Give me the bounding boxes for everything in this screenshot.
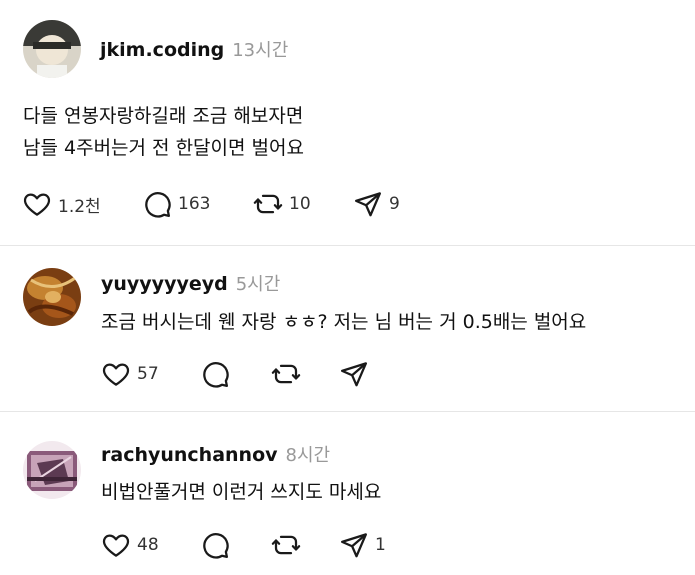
username[interactable]: jkim.coding bbox=[100, 39, 224, 61]
action-bar: 48 1 bbox=[101, 530, 401, 560]
avatar[interactable] bbox=[23, 268, 81, 326]
like-count: 48 bbox=[137, 535, 159, 555]
timestamp: 5시간 bbox=[235, 274, 281, 295]
speech-bubble-icon bbox=[203, 362, 229, 388]
paper-plane-icon bbox=[341, 533, 367, 558]
comment-button[interactable]: 163 bbox=[142, 189, 210, 219]
post-body: 비법안풀거면 이런거 쓰지도 마세요 bbox=[101, 476, 381, 508]
timestamp: 8시간 bbox=[285, 445, 331, 466]
repost-arrows-icon bbox=[253, 194, 283, 214]
like-button[interactable]: 57 bbox=[101, 359, 159, 389]
like-button[interactable]: 48 bbox=[101, 530, 159, 560]
username[interactable]: yuyyyyyeyd bbox=[101, 273, 228, 295]
post-2: yuyyyyyeyd 5시간 조금 버시는데 웬 자랑 ㅎㅎ? 저는 님 버는 거… bbox=[0, 246, 695, 411]
heart-icon bbox=[23, 193, 51, 216]
repost-arrows-icon bbox=[271, 535, 301, 555]
share-button[interactable] bbox=[339, 359, 369, 389]
post-body: 조금 버시는데 웬 자랑 ㅎㅎ? 저는 님 버는 거 0.5배는 벌어요 bbox=[101, 306, 586, 338]
like-count: 57 bbox=[137, 364, 159, 384]
action-bar: 1.2천 163 10 9 bbox=[22, 189, 422, 219]
post-line: 다들 연봉자랑하길래 조금 해보자면 bbox=[23, 105, 304, 127]
share-button[interactable]: 1 bbox=[339, 530, 386, 560]
post-line: 비법안풀거면 이런거 쓰지도 마세요 bbox=[101, 481, 382, 503]
post-body: 다들 연봉자랑하길래 조금 해보자면 남들 4주버는거 전 한달이면 벌어요 bbox=[23, 100, 304, 164]
post-1: jkim.coding 13시간 다들 연봉자랑하길래 조금 해보자면 남들 4주… bbox=[0, 0, 695, 245]
repost-count: 10 bbox=[289, 194, 311, 214]
post-line: 남들 4주버는거 전 한달이면 벌어요 bbox=[23, 137, 304, 159]
avatar[interactable] bbox=[23, 441, 81, 499]
username[interactable]: rachyunchannov bbox=[101, 444, 278, 466]
comment-count: 163 bbox=[178, 194, 211, 214]
repost-arrows-icon bbox=[271, 364, 301, 384]
action-bar: 57 bbox=[101, 359, 401, 389]
post-header: yuyyyyyeyd 5시간 bbox=[101, 270, 280, 296]
share-count: 9 bbox=[389, 194, 400, 214]
repost-button[interactable]: 10 bbox=[253, 189, 311, 219]
speech-bubble-icon bbox=[145, 192, 171, 218]
avatar[interactable] bbox=[23, 20, 81, 78]
post-line: 조금 버시는데 웬 자랑 ㅎㅎ? 저는 님 버는 거 0.5배는 벌어요 bbox=[101, 311, 587, 333]
heart-icon bbox=[102, 534, 130, 557]
repost-button[interactable] bbox=[271, 359, 301, 389]
paper-plane-icon bbox=[355, 192, 381, 217]
timestamp: 13시간 bbox=[232, 40, 289, 61]
share-button[interactable]: 9 bbox=[353, 189, 400, 219]
post-header: jkim.coding 13시간 bbox=[100, 36, 288, 62]
repost-button[interactable] bbox=[271, 530, 301, 560]
heart-icon bbox=[102, 363, 130, 386]
speech-bubble-icon bbox=[203, 533, 229, 559]
comment-button[interactable] bbox=[200, 530, 230, 560]
comment-button[interactable] bbox=[200, 359, 230, 389]
like-count: 1.2천 bbox=[58, 196, 101, 217]
like-button[interactable]: 1.2천 bbox=[22, 189, 101, 219]
paper-plane-icon bbox=[341, 362, 367, 387]
share-count: 1 bbox=[375, 535, 386, 555]
post-3: rachyunchannov 8시간 비법안풀거면 이런거 쓰지도 마세요 48 … bbox=[0, 412, 695, 575]
post-header: rachyunchannov 8시간 bbox=[101, 441, 330, 467]
